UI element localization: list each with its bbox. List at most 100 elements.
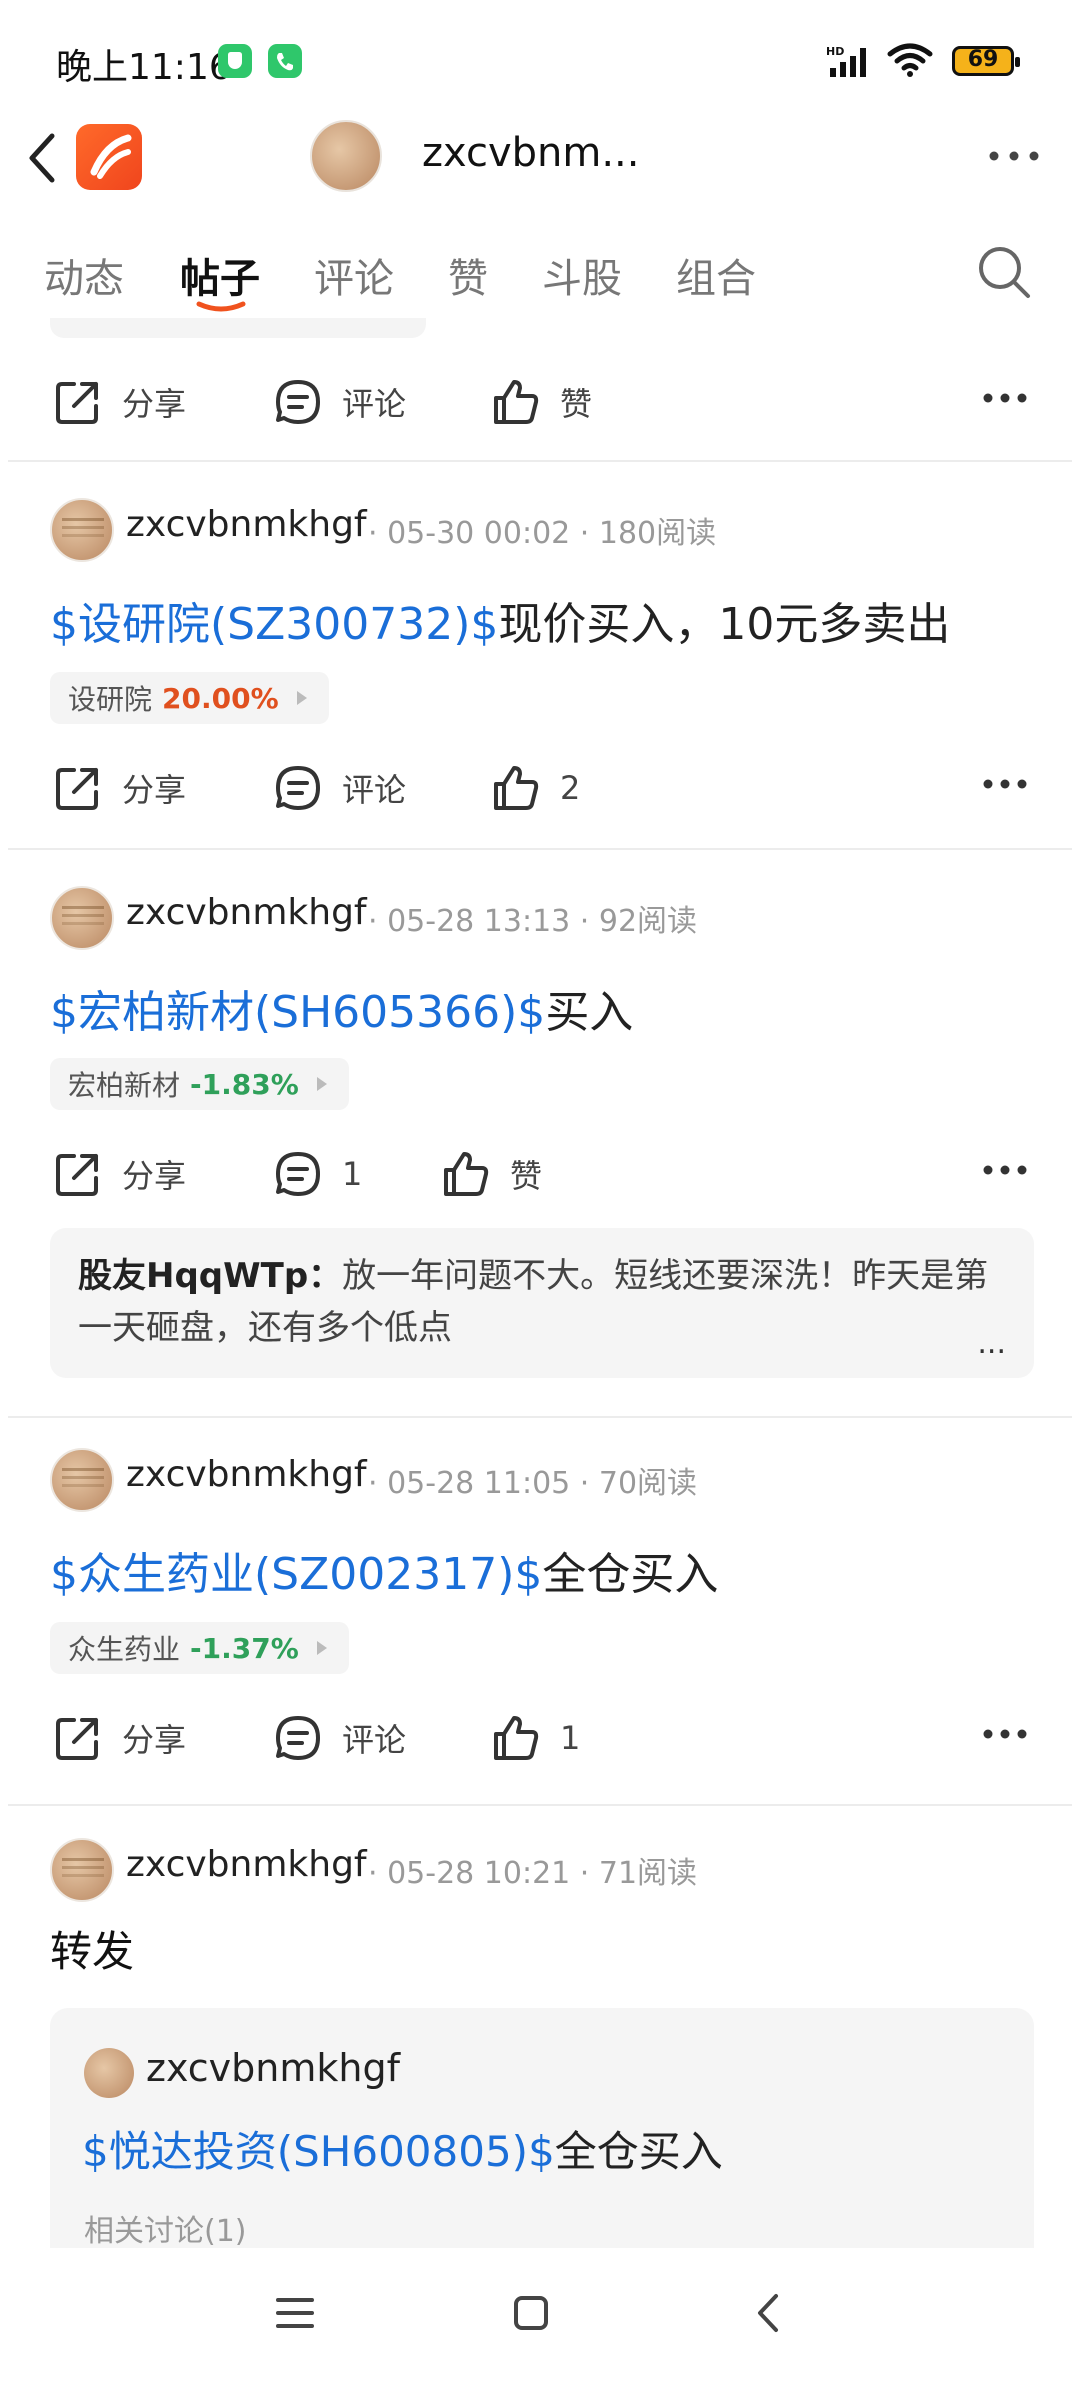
- share-label: 分享: [122, 1157, 187, 1195]
- action-row: 分享 评论 1: [0, 1694, 1080, 1774]
- share-button[interactable]: 分享: [52, 1712, 186, 1764]
- back-icon[interactable]: [734, 2278, 804, 2348]
- tab-stock-battle[interactable]: 斗股: [542, 246, 622, 304]
- like-button[interactable]: 1: [490, 1712, 580, 1764]
- post-header: zxcvbnmkhgf · 05-28 13:13 · 92阅读: [50, 886, 1050, 950]
- action-row: 分享 1 赞: [0, 1130, 1080, 1210]
- share-button[interactable]: 分享: [52, 762, 186, 814]
- comment-icon: [276, 1716, 320, 1760]
- comment-button[interactable]: 评论: [272, 762, 406, 814]
- post-username[interactable]: zxcvbnmkhgf: [126, 1844, 367, 1885]
- post-meta: · 05-28 11:05 · 70阅读: [368, 1466, 698, 1501]
- like-button[interactable]: 赞: [440, 1148, 542, 1200]
- post-meta: · 05-28 13:13 · 92阅读: [368, 904, 698, 939]
- quoted-username[interactable]: zxcvbnmkhgf: [146, 2046, 400, 2090]
- share-icon: [56, 382, 98, 424]
- system-nav-bar: [0, 2248, 1080, 2400]
- share-button[interactable]: 分享: [52, 376, 186, 428]
- post-text: 全仓买入: [542, 1549, 719, 1600]
- like-button[interactable]: 2: [490, 762, 580, 814]
- avatar[interactable]: [84, 2048, 134, 2098]
- quoted-title[interactable]: $悦达投资(SH600805)$全仓买入: [82, 2118, 723, 2179]
- tab-comments[interactable]: 评论: [314, 246, 394, 304]
- battery-level: 69: [967, 47, 999, 72]
- menu-icon[interactable]: [260, 2278, 330, 2348]
- caret-right-icon: [316, 1641, 327, 1655]
- stock-tag-change: -1.83%: [190, 1067, 299, 1101]
- profile-tabs: 动态 帖子 评论 赞 斗股 组合: [0, 240, 1080, 320]
- avatar[interactable]: [50, 1838, 114, 1902]
- comment-button[interactable]: 1: [272, 1148, 362, 1200]
- active-tab-indicator: [196, 301, 246, 312]
- home-icon[interactable]: [496, 2278, 566, 2348]
- comment-preview[interactable]: 股友HqqWTp：放一年问题不大。短线还要深洗！昨天是第一天砸盘，还有多个低点 …: [50, 1228, 1034, 1378]
- comment-icon: [276, 1152, 320, 1196]
- more-icon[interactable]: [982, 1163, 1028, 1177]
- battery-icon: 69: [952, 46, 1020, 76]
- more-icon[interactable]: [982, 777, 1028, 791]
- comment-button[interactable]: 评论: [272, 376, 406, 428]
- stock-tag[interactable]: 宏柏新材 -1.83%: [50, 1058, 349, 1110]
- post-username[interactable]: zxcvbnmkhgf: [126, 1454, 367, 1495]
- post-header: zxcvbnmkhgf · 05-30 00:02 · 180阅读: [50, 498, 1050, 562]
- stock-link[interactable]: $设研院(SZ300732)$: [50, 599, 498, 650]
- tab-dynamic[interactable]: 动态: [44, 246, 124, 304]
- related-discussions[interactable]: 相关讨论(1): [84, 2206, 247, 2250]
- share-icon: [56, 1718, 98, 1760]
- repost-label: 转发: [50, 1927, 135, 1976]
- post-reads: 180阅读: [598, 516, 717, 551]
- post-text: 现价买入，10元多卖出: [498, 599, 951, 650]
- post-reads: 71阅读: [598, 1856, 698, 1891]
- header-avatar[interactable]: [310, 120, 382, 192]
- post-meta: · 05-28 10:21 · 71阅读: [368, 1856, 698, 1891]
- caret-right-icon: [316, 1077, 327, 1091]
- back-icon[interactable]: [22, 128, 62, 188]
- signal-icon: HD: [826, 45, 866, 77]
- quoted-post[interactable]: zxcvbnmkhgf $悦达投资(SH600805)$全仓买入 相关讨论(1): [50, 2008, 1034, 2278]
- avatar[interactable]: [50, 886, 114, 950]
- action-row: 分享 评论 2: [0, 744, 1080, 824]
- network-label: HD: [826, 45, 844, 58]
- post-time: 05-28 11:05: [387, 1466, 571, 1501]
- like-button[interactable]: 赞: [490, 376, 592, 428]
- search-icon[interactable]: [976, 244, 1032, 300]
- post-username[interactable]: zxcvbnmkhgf: [126, 504, 367, 545]
- tab-likes[interactable]: 赞: [448, 246, 488, 304]
- more-icon[interactable]: [982, 391, 1028, 405]
- header-username[interactable]: zxcvbnm...: [422, 130, 639, 176]
- comment-author[interactable]: 股友HqqWTp：: [78, 1256, 342, 1296]
- action-row: 分享 评论 赞: [0, 358, 1080, 438]
- like-label: 赞: [560, 385, 593, 423]
- stock-link[interactable]: $悦达投资(SH600805)$: [82, 2127, 555, 2176]
- more-icon[interactable]: [986, 146, 1042, 166]
- post-time: 05-28 10:21: [387, 1856, 571, 1891]
- avatar[interactable]: [50, 1448, 114, 1512]
- app-logo[interactable]: [76, 124, 142, 190]
- post-title[interactable]: $众生药业(SZ002317)$全仓买入: [50, 1538, 718, 1602]
- comment-label: 评论: [342, 1721, 407, 1759]
- stock-link[interactable]: $宏柏新材(SH605366)$: [50, 987, 545, 1038]
- post-header: zxcvbnmkhgf · 05-28 11:05 · 70阅读: [50, 1448, 1050, 1512]
- avatar[interactable]: [50, 498, 114, 562]
- stock-tag[interactable]: 众生药业 -1.37%: [50, 1622, 349, 1674]
- comment-more[interactable]: ...: [977, 1318, 1006, 1370]
- post-title[interactable]: $设研院(SZ300732)$现价买入，10元多卖出: [50, 588, 950, 652]
- tab-portfolio[interactable]: 组合: [676, 246, 756, 304]
- post-username[interactable]: zxcvbnmkhgf: [126, 892, 367, 933]
- post-time: 05-28 13:13: [387, 904, 571, 939]
- more-icon[interactable]: [982, 1727, 1028, 1741]
- stock-link[interactable]: $众生药业(SZ002317)$: [50, 1549, 542, 1600]
- thumbs-up-icon: [494, 1716, 539, 1760]
- stock-tag-name: 宏柏新材: [68, 1069, 181, 1102]
- stock-tag[interactable]: 设研院 20.00%: [50, 672, 329, 724]
- post-reads: 92阅读: [598, 904, 698, 939]
- stock-tag-name: 众生药业: [68, 1633, 181, 1666]
- status-bar: 晚上11:16 HD 69: [0, 0, 1080, 120]
- share-icon: [56, 768, 98, 810]
- thumbs-up-icon: [444, 1152, 489, 1196]
- share-button[interactable]: 分享: [52, 1148, 186, 1200]
- divider: [8, 1416, 1072, 1418]
- comment-button[interactable]: 评论: [272, 1712, 406, 1764]
- tab-posts[interactable]: 帖子: [180, 246, 260, 304]
- post-title[interactable]: $宏柏新材(SH605366)$买入: [50, 976, 633, 1040]
